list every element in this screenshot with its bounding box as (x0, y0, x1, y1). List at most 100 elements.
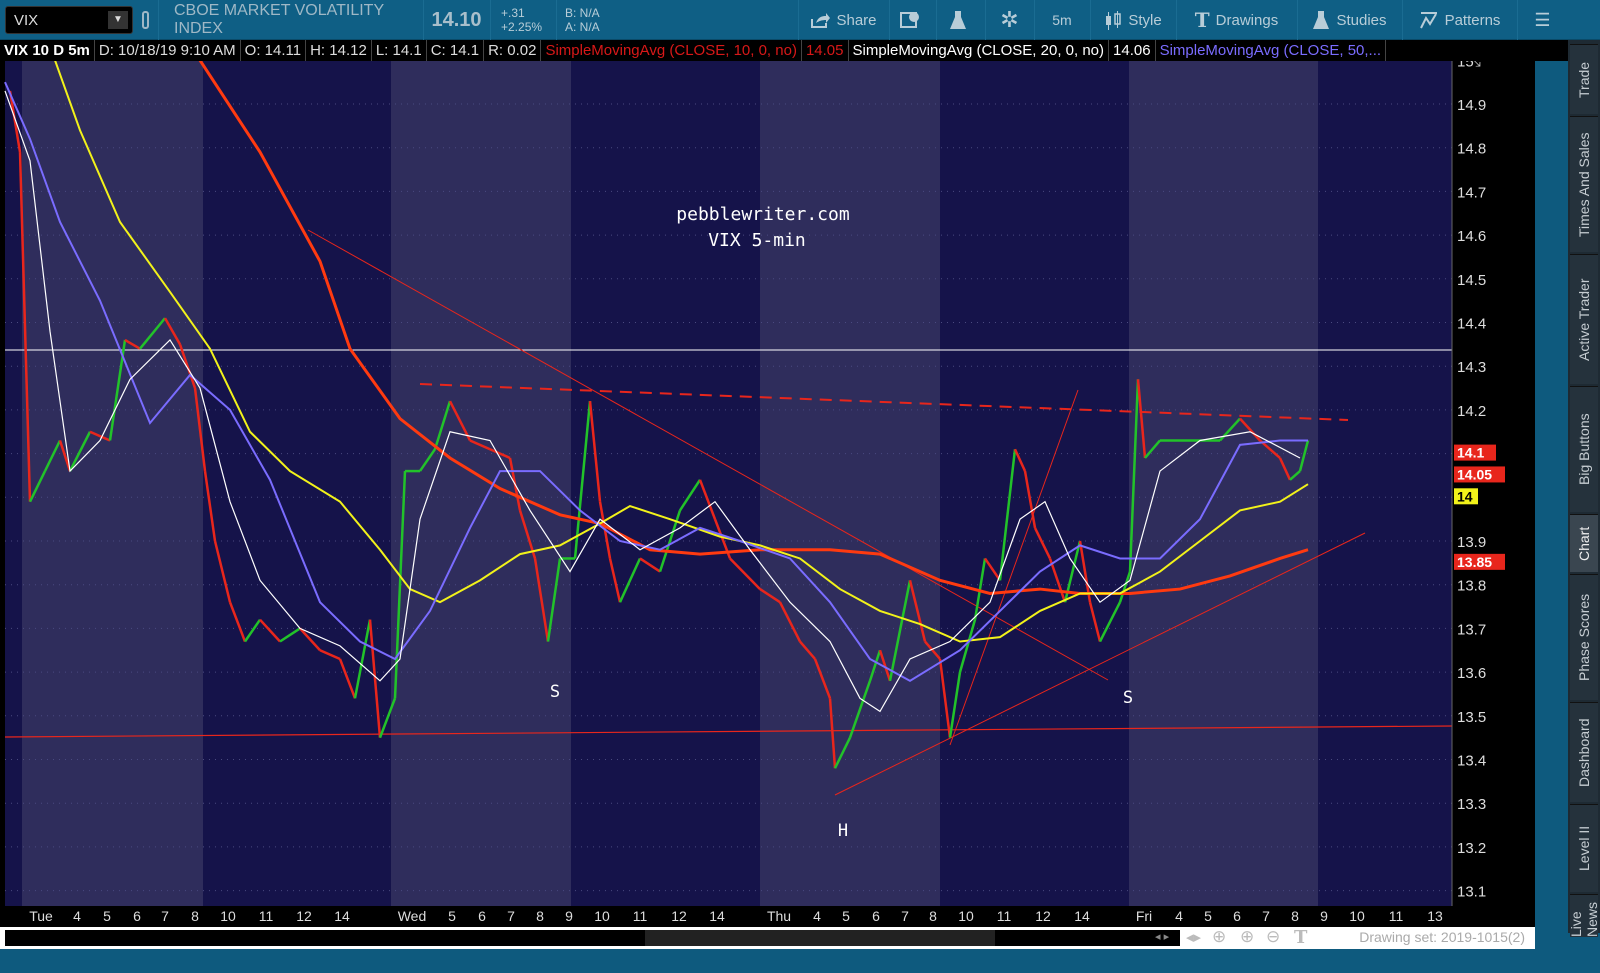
drawings-button[interactable]: T Drawings (1176, 0, 1296, 40)
sma50-label: SimpleMovingAvg (CLOSE, 50,... (1156, 40, 1387, 61)
annotation-right-shoulder: S (1123, 688, 1133, 708)
share-button[interactable]: Share (798, 0, 888, 40)
settings-button[interactable]: ✲ (985, 0, 1033, 40)
autoscale-icon[interactable]: ⤡ (1468, 61, 1481, 70)
x-tick-label: 5 (842, 908, 850, 924)
x-tick-label: 10 (958, 908, 974, 924)
y-tick-label: 13.7 (1457, 621, 1486, 638)
x-tick-label: 4 (73, 908, 81, 924)
link-icon[interactable] (142, 11, 149, 29)
horizontal-scrollbar[interactable]: ◂ ▸ (5, 930, 1180, 946)
y-tick-label: 13.6 (1457, 665, 1486, 682)
sidebar-tab-level-ii[interactable]: Level II (1570, 804, 1598, 892)
y-tick-label: 13.1 (1457, 884, 1486, 901)
last-price: 14.10 (423, 0, 489, 40)
x-tick-label: 14 (334, 908, 350, 924)
session-band (203, 61, 391, 906)
flask-icon (949, 11, 966, 29)
info-button[interactable] (889, 0, 935, 40)
x-tick-label: 10 (220, 908, 236, 924)
x-tick-label: Wed (398, 908, 427, 924)
y-tick-label: 13.5 (1457, 709, 1486, 726)
symbol-selector[interactable]: VIX ▼ (5, 6, 133, 34)
sidebar-tab-active-trader[interactable]: Active Trader (1570, 254, 1598, 384)
sidebar-tab-phase-scores[interactable]: Phase Scores (1570, 574, 1598, 700)
price-chart[interactable]: pebblewriter.com VIX 5-min S H S 1514.91… (0, 61, 1535, 927)
x-tick-label: 8 (1291, 908, 1299, 924)
flask-icon (1313, 11, 1330, 29)
chart-title: VIX 10 D 5m (0, 40, 95, 61)
x-tick-label: Fri (1136, 908, 1152, 924)
x-tick-label: 13 (1427, 908, 1443, 924)
x-tick-label: 6 (1233, 908, 1241, 924)
y-tick-label: 14.9 (1457, 97, 1486, 114)
x-tick-label: 14 (709, 908, 725, 924)
bid: B: N/A (565, 6, 600, 20)
y-tick-label: 13.4 (1457, 753, 1486, 770)
net-change: +.31 (501, 6, 525, 20)
menu-button[interactable]: ☰ (1517, 0, 1567, 40)
sidebar-tab-trade[interactable]: Trade (1570, 44, 1598, 114)
x-tick-label: 6 (478, 908, 486, 924)
bar-date: D: 10/18/19 9:10 AM (95, 40, 241, 61)
patterns-icon (1419, 12, 1437, 29)
right-sidebar: Trade Times And Sales Active Trader Big But… (1568, 40, 1600, 937)
sidebar-tab-chart[interactable]: Chart (1570, 514, 1598, 572)
pan-icon[interactable]: ◂▸ (1186, 928, 1201, 946)
bar-range: R: 0.02 (484, 40, 542, 61)
y-tick-label: 13.8 (1457, 578, 1486, 595)
session-band (1318, 61, 1452, 906)
x-tick-label: 12 (671, 908, 687, 924)
sidebar-tab-live-news[interactable]: Live News (1568, 894, 1600, 937)
toolbar: VIX ▼ CBOE MARKET VOLATILITY INDEX 14.10 … (0, 0, 1600, 40)
crosshair-icon[interactable]: ⊕ (1212, 927, 1226, 947)
zoom-out-icon[interactable]: ⊖ (1266, 927, 1280, 947)
x-tick-label: 11 (1389, 908, 1404, 924)
bar-close: C: 14.1 (427, 40, 485, 61)
x-tick-label: Tue (29, 908, 53, 924)
x-tick-label: 7 (507, 908, 515, 924)
sidebar-tab-times-and-sales[interactable]: Times And Sales (1570, 116, 1598, 252)
flask-button[interactable] (936, 0, 984, 40)
bar-low: L: 14.1 (372, 40, 427, 61)
scroll-arrows-icon[interactable]: ◂ ▸ (1155, 930, 1169, 943)
price-label: 14.05 (1457, 466, 1492, 482)
sidebar-tab-dashboard[interactable]: Dashboard (1570, 702, 1598, 802)
symbol-description: CBOE MARKET VOLATILITY INDEX (158, 0, 422, 40)
percent-change: +2.25% (501, 20, 543, 34)
session-band (940, 61, 1129, 906)
candlestick-icon (1106, 11, 1122, 30)
x-tick-label: 9 (565, 908, 573, 924)
y-tick-label: 14.8 (1457, 141, 1486, 158)
x-tick-label: 6 (872, 908, 880, 924)
session-band (22, 61, 203, 906)
x-tick-label: Thu (767, 908, 791, 924)
y-tick-label: 14.7 (1457, 184, 1486, 201)
bar-high: H: 14.12 (306, 40, 372, 61)
y-tick-label: 13.3 (1457, 796, 1486, 813)
zoom-in-icon[interactable]: ⊕ (1240, 927, 1254, 947)
patterns-button[interactable]: Patterns (1402, 0, 1516, 40)
x-tick-label: 8 (929, 908, 937, 924)
x-tick-label: 7 (161, 908, 169, 924)
text-tool-icon[interactable]: T (1294, 927, 1307, 948)
x-tick-label: 7 (1262, 908, 1270, 924)
share-icon (811, 13, 831, 28)
session-band (1129, 61, 1318, 906)
chevron-down-icon[interactable]: ▼ (108, 11, 128, 29)
sma20-label: SimpleMovingAvg (CLOSE, 20, 0, no) (849, 40, 1110, 61)
y-tick-label: 14.4 (1457, 316, 1486, 333)
studies-button[interactable]: Studies (1297, 0, 1401, 40)
x-tick-label: 5 (1204, 908, 1212, 924)
interval-button[interactable]: 5m (1034, 0, 1089, 40)
style-button[interactable]: Style (1090, 0, 1175, 40)
drawing-set[interactable]: Drawing set: 2019-1015(2) (1359, 929, 1525, 945)
y-tick-label: 14.2 (1457, 403, 1486, 420)
annotation-left-shoulder: S (550, 682, 560, 702)
x-tick-label: 6 (133, 908, 141, 924)
symbol-value: VIX (14, 12, 39, 29)
price-label: 14 (1457, 488, 1473, 504)
sidebar-tab-big-buttons[interactable]: Big Buttons (1570, 386, 1598, 512)
scrollbar-thumb[interactable] (645, 930, 995, 946)
x-tick-label: 8 (536, 908, 544, 924)
